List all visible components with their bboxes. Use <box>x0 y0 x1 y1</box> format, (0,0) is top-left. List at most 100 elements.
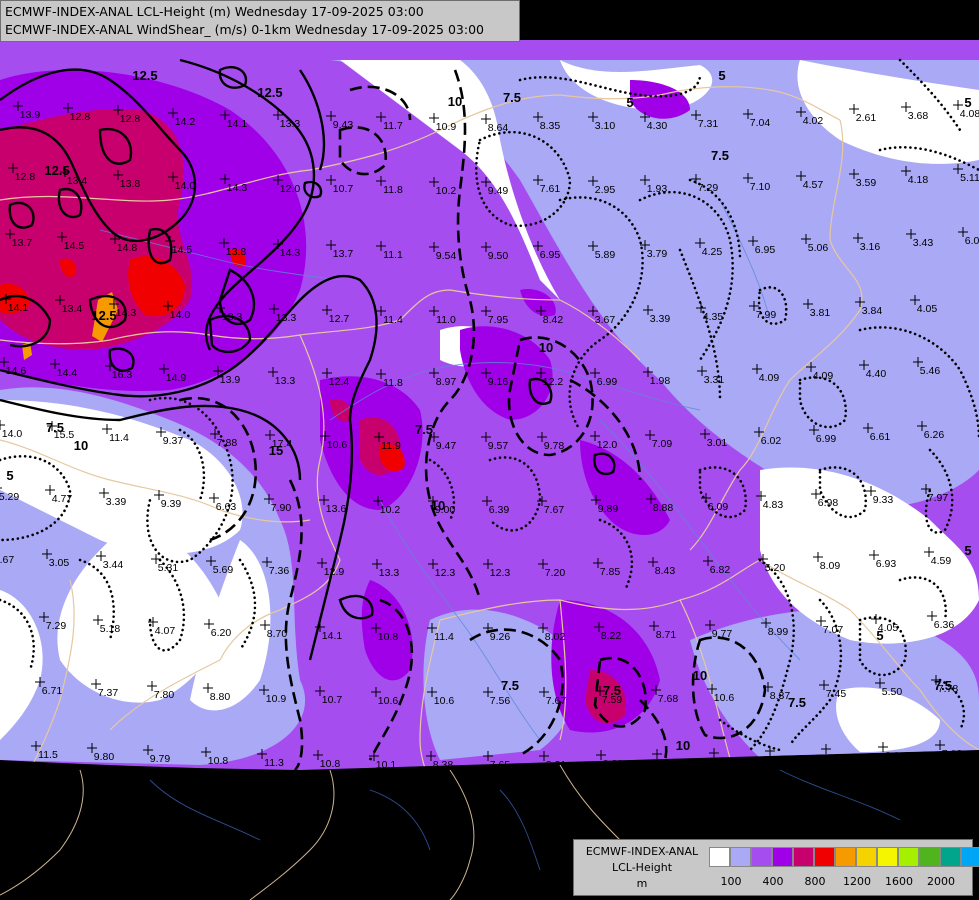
station-value: 12.3 <box>490 567 511 579</box>
station-value: 12.0 <box>280 183 301 195</box>
station-value: 6.82 <box>710 564 731 576</box>
station-value: 14.8 <box>117 242 138 254</box>
station-value: 4.30 <box>647 120 668 132</box>
station-value: 3.39 <box>650 313 671 325</box>
station-value: 6.61 <box>870 431 891 443</box>
station-value: 14.0 <box>2 428 23 440</box>
station-value: 10.9 <box>436 121 457 133</box>
station-value: 13.7 <box>12 237 33 249</box>
station-value: 16.3 <box>112 369 133 381</box>
legend-swatch <box>877 847 898 867</box>
station-value: 4.57 <box>803 179 824 191</box>
contour-label: 10 <box>74 438 88 453</box>
station-value: 7.37 <box>98 687 119 699</box>
weather-map: 13.9 12.8 12.8 14.2 14.1 13.3 9.43 11.7 10.9 8.64… <box>0 0 979 900</box>
station-value: 10.9 <box>266 693 287 705</box>
station-value: 6.71 <box>42 685 63 697</box>
station-value: 4.59 <box>931 555 952 567</box>
station-value: 9.43 <box>333 119 354 131</box>
station-value: 7.29 <box>698 182 719 194</box>
station-value: 13.8 <box>120 178 141 190</box>
station-value: 6.63 <box>216 501 237 513</box>
legend-tick: 1200 <box>843 875 871 888</box>
map-title-box: ECMWF-INDEX-ANAL LCL-Height (m) Wednesda… <box>0 0 520 42</box>
station-value: 8.35 <box>540 120 561 132</box>
station-value: 8.64 <box>488 122 509 134</box>
station-value: 6.03 <box>965 235 979 247</box>
station-value: 8.88 <box>653 502 674 514</box>
station-value: 13.3 <box>222 311 243 323</box>
station-value: 10.2 <box>380 504 401 516</box>
station-value: 10.8 <box>208 755 229 767</box>
station-value: 13.9 <box>20 109 41 121</box>
station-value: 6.36 <box>934 619 955 631</box>
station-value: 3.59 <box>856 177 877 189</box>
contour-label: 5 <box>6 468 13 483</box>
contour-label: 7.5 <box>603 683 621 698</box>
station-value: 5.31 <box>158 562 179 574</box>
station-value: 9.16 <box>488 376 509 388</box>
station-value: 4.67 <box>0 554 14 566</box>
station-value: 12.9 <box>324 566 345 578</box>
station-value: 13.3 <box>276 312 297 324</box>
station-value: 6.20 <box>211 627 232 639</box>
station-value: 5.69 <box>213 564 234 576</box>
contour-label: 12.5 <box>132 68 157 83</box>
station-value: 7.99 <box>756 309 777 321</box>
station-value: 3.68 <box>908 110 929 122</box>
station-value: 7.07 <box>823 624 844 636</box>
legend-label: ECMWF-INDEX-ANAL LCL-Height m <box>578 844 706 892</box>
station-value: 10.6 <box>434 695 455 707</box>
contour-label: 12.5 <box>91 308 116 323</box>
station-value: 12.0 <box>597 439 618 451</box>
station-value: 12.2 <box>543 376 564 388</box>
station-value: 5.06 <box>808 242 829 254</box>
station-value: 8.43 <box>655 565 676 577</box>
station-value: 11.9 <box>381 440 401 452</box>
contour-label: 10 <box>539 340 553 355</box>
station-value: 13.7 <box>333 248 354 260</box>
station-value: 14.4 <box>57 367 78 379</box>
station-value: 9.79 <box>150 753 171 765</box>
station-value: 11.3 <box>264 757 284 769</box>
contour-label: 10 <box>693 668 707 683</box>
station-value: 7.31 <box>698 118 719 130</box>
station-value: 5.50 <box>882 686 903 698</box>
station-value: 7.90 <box>271 502 292 514</box>
station-value: 12.4 <box>329 376 350 388</box>
station-value: 10.6 <box>714 692 735 704</box>
station-value: 7.88 <box>217 437 238 449</box>
station-value: 8.02 <box>545 631 566 643</box>
station-value: 11.7 <box>383 120 403 132</box>
contour-label: 15 <box>269 443 283 458</box>
station-value: 3.81 <box>810 307 831 319</box>
legend-swatch <box>919 847 940 867</box>
station-value: 9.47 <box>436 440 457 452</box>
station-value: 7.45 <box>826 688 847 700</box>
station-value: 6.99 <box>816 433 837 445</box>
station-value: 3.16 <box>860 241 881 253</box>
station-value: 3.10 <box>595 120 616 132</box>
station-value: 3.84 <box>862 305 883 317</box>
station-value: 7.67 <box>544 504 565 516</box>
contour-label: 12.5 <box>257 85 282 100</box>
station-value: 11.4 <box>383 314 403 326</box>
station-value: 9.54 <box>436 250 457 262</box>
station-value: 10.2 <box>436 185 457 197</box>
station-value: 13.4 <box>67 175 88 187</box>
station-value: 4.18 <box>908 174 929 186</box>
station-value: 7.61 <box>540 183 561 195</box>
contour-label: 7.5 <box>415 422 433 437</box>
station-value: 9.39 <box>161 498 182 510</box>
legend-swatch <box>835 847 856 867</box>
legend-swatch <box>961 847 979 867</box>
station-value: 8.70 <box>267 628 288 640</box>
station-value: 9.50 <box>488 250 509 262</box>
contour-label: 5 <box>626 95 633 110</box>
station-value: 7.56 <box>490 695 511 707</box>
station-value: 7.95 <box>488 314 509 326</box>
station-value: 7.20 <box>545 567 566 579</box>
station-value: 9.78 <box>544 440 565 452</box>
station-value: 14.1 <box>322 630 343 642</box>
station-value: 11.0 <box>436 314 456 326</box>
